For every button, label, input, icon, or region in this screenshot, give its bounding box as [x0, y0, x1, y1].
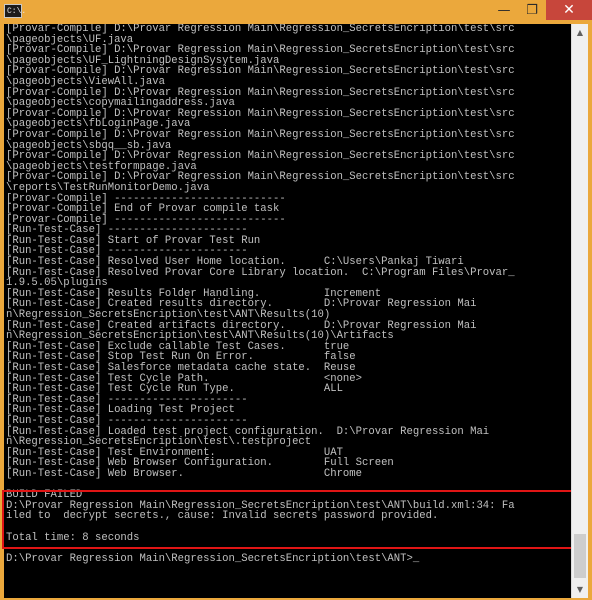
console-line: [Provar-Compile] D:\Provar Regression Ma… — [6, 128, 515, 141]
console-line: [Run-Test-Case] ---------------------- — [6, 414, 248, 427]
build-failed-highlight-box — [2, 490, 574, 549]
console-area[interactable]: [Provar-Compile] D:\Provar Regression Ma… — [2, 24, 588, 598]
title-bar[interactable]: C:\. — ❐ ✕ — [0, 0, 592, 24]
vertical-scrollbar[interactable]: ▲ ▼ — [571, 24, 588, 598]
console-line: [Run-Test-Case] Web Browser. Chrome — [6, 467, 363, 480]
console-line: \reports\TestRunMonitorDemo.java — [6, 181, 210, 194]
minimize-button[interactable]: — — [490, 0, 518, 20]
maximize-button[interactable]: ❐ — [518, 0, 546, 20]
command-prompt-window: C:\. — ❐ ✕ [Provar-Compile] D:\Provar Re… — [0, 0, 592, 600]
scroll-up-arrow-icon[interactable]: ▲ — [572, 24, 588, 41]
scroll-down-arrow-icon[interactable]: ▼ — [572, 581, 588, 598]
cmd-app-icon[interactable]: C:\. — [4, 4, 26, 18]
console-line: D:\Provar Regression Main\Regression_Sec… — [6, 552, 420, 565]
scrollbar-thumb[interactable] — [574, 534, 586, 578]
console-line: [Run-Test-Case] Salesforce metadata cach… — [6, 362, 356, 374]
close-button[interactable]: ✕ — [546, 0, 592, 20]
window-controls: — ❐ ✕ — [490, 0, 592, 20]
console-line: [Provar-Compile] D:\Provar Regression Ma… — [6, 24, 515, 35]
console-line: \pageobjects\ViewAll.java — [6, 75, 165, 88]
